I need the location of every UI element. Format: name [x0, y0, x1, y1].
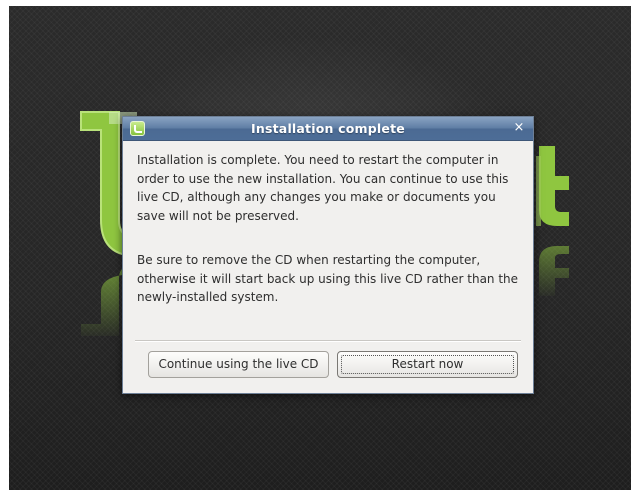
dialog-titlebar[interactable]: Installation complete ×	[123, 117, 533, 141]
dialog-separator	[135, 340, 521, 342]
close-icon[interactable]: ×	[512, 121, 526, 135]
installation-complete-dialog: Installation complete × Installation is …	[122, 116, 534, 394]
dialog-message-restart-info: Installation is complete. You need to re…	[137, 153, 509, 223]
desktop-background: Installation complete × Installation is …	[9, 6, 631, 490]
restart-now-button-label: Restart now	[391, 357, 464, 371]
continue-live-cd-button[interactable]: Continue using the live CD	[148, 351, 329, 378]
restart-now-button[interactable]: Restart now	[337, 351, 518, 378]
continue-live-cd-button-label: Continue using the live CD	[158, 357, 319, 371]
dialog-message-remove-cd: Be sure to remove the CD when restarting…	[137, 253, 519, 304]
dialog-title: Installation complete	[251, 121, 405, 136]
